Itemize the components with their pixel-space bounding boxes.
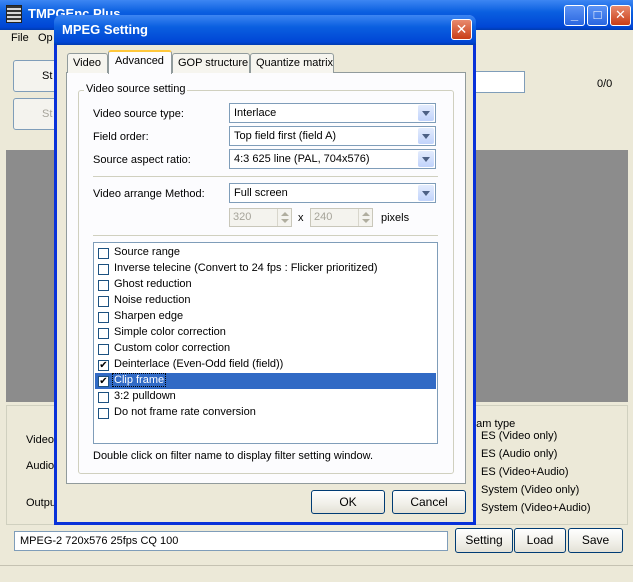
format-summary: MPEG-2 720x576 25fps CQ 100 — [14, 531, 448, 551]
filter-label: Custom color correction — [114, 342, 231, 354]
menu-options[interactable]: Op — [38, 32, 53, 44]
filter-label: Source range — [114, 246, 181, 258]
dialog-close-icon[interactable]: ✕ — [451, 19, 472, 40]
stream-type-title: eam type — [470, 418, 516, 430]
filter-item[interactable]: Sharpen edge — [95, 309, 436, 325]
arrange-method-combo[interactable]: Full screen — [229, 183, 436, 203]
arrange-method-label: Video arrange Method: — [93, 188, 205, 200]
tab-gop-structure[interactable]: GOP structure — [172, 53, 250, 73]
tab-advanced[interactable]: Advanced — [108, 50, 172, 74]
stream-option[interactable]: System (Video+Audio) — [481, 502, 591, 514]
arrange-method-value: Full screen — [234, 187, 288, 199]
filter-item[interactable]: Custom color correction — [95, 341, 436, 357]
film-icon — [6, 5, 22, 23]
spinner-arrows-icon[interactable] — [277, 209, 291, 226]
filter-label: Deinterlace (Even-Odd field (field)) — [114, 358, 284, 370]
filter-label: Clip frame — [111, 373, 167, 387]
checkbox-icon[interactable] — [98, 296, 109, 307]
separator — [93, 176, 438, 177]
status-bar — [0, 565, 633, 582]
aspect-ratio-label: Source aspect ratio: — [93, 154, 191, 166]
checkbox-checked-icon[interactable]: ✔ — [98, 360, 109, 371]
filter-label: 3:2 pulldown — [114, 390, 176, 402]
stream-option[interactable]: ES (Video only) — [481, 430, 557, 442]
filter-item[interactable]: Ghost reduction — [95, 277, 436, 293]
filter-list[interactable]: Source range Inverse telecine (Convert to… — [93, 242, 438, 444]
ok-button[interactable]: OK — [311, 490, 385, 514]
dialog-title: MPEG Setting — [62, 22, 148, 37]
filter-item[interactable]: Do not frame rate conversion — [95, 405, 436, 421]
filter-label: Noise reduction — [114, 294, 191, 306]
checkbox-checked-icon[interactable]: ✔ — [98, 376, 109, 387]
save-button[interactable]: Save — [568, 528, 623, 553]
source-type-value: Interlace — [234, 107, 277, 119]
filter-item[interactable]: Simple color correction — [95, 325, 436, 341]
hint-text: Double click on filter name to display f… — [93, 450, 374, 462]
aspect-ratio-combo[interactable]: 4:3 625 line (PAL, 704x576) — [229, 149, 436, 169]
checkbox-icon[interactable] — [98, 264, 109, 275]
checkbox-icon[interactable] — [98, 248, 109, 259]
minimize-icon[interactable]: _ — [564, 5, 585, 26]
menu-file[interactable]: File — [11, 32, 29, 44]
filter-item[interactable]: Inverse telecine (Convert to 24 fps : Fl… — [95, 261, 436, 277]
cancel-button[interactable]: Cancel — [392, 490, 466, 514]
load-button[interactable]: Load — [514, 528, 566, 553]
chevron-down-icon[interactable] — [418, 151, 434, 167]
close-icon[interactable]: ✕ — [610, 5, 631, 26]
chevron-down-icon[interactable] — [418, 185, 434, 201]
filter-label: Sharpen edge — [114, 310, 184, 322]
height-spinner[interactable]: 240 — [310, 208, 373, 227]
video-label: Video — [26, 434, 54, 446]
checkbox-icon[interactable] — [98, 328, 109, 339]
background-text-field[interactable] — [475, 71, 525, 93]
source-type-combo[interactable]: Interlace — [229, 103, 436, 123]
checkbox-icon[interactable] — [98, 392, 109, 403]
setting-button[interactable]: Setting — [455, 528, 513, 553]
filter-label: Inverse telecine (Convert to 24 fps : Fl… — [114, 262, 378, 274]
aspect-ratio-value: 4:3 625 line (PAL, 704x576) — [234, 153, 370, 165]
filter-label: Ghost reduction — [114, 278, 192, 290]
field-order-value: Top field first (field A) — [234, 130, 337, 142]
stream-option[interactable]: System (Video only) — [481, 484, 579, 496]
spinner-arrows-icon[interactable] — [358, 209, 372, 226]
stream-option[interactable]: ES (Audio only) — [481, 448, 557, 460]
audio-label: Audio — [26, 460, 55, 472]
output-label: Outpu — [26, 497, 56, 509]
filter-label: Do not frame rate conversion — [114, 406, 256, 418]
chevron-down-icon[interactable] — [418, 105, 434, 121]
filter-item[interactable]: Noise reduction — [95, 293, 436, 309]
frame-counter: 0/0 — [597, 78, 613, 90]
checkbox-icon[interactable] — [98, 312, 109, 323]
checkbox-icon[interactable] — [98, 408, 109, 419]
source-type-label: Video source type: — [93, 108, 184, 120]
filter-item[interactable]: ✔ Deinterlace (Even-Odd field (field)) — [95, 357, 436, 373]
step-button-label: St — [42, 108, 53, 120]
height-value: 240 — [314, 211, 333, 223]
checkbox-icon[interactable] — [98, 344, 109, 355]
chevron-down-icon[interactable] — [418, 128, 434, 144]
pixels-label: pixels — [381, 212, 410, 224]
start-button-label: St — [42, 70, 53, 82]
stream-option[interactable]: ES (Video+Audio) — [481, 466, 569, 478]
width-value: 320 — [233, 211, 252, 223]
separator — [93, 235, 438, 236]
maximize-icon[interactable]: □ — [587, 5, 608, 26]
filter-item[interactable]: 3:2 pulldown — [95, 389, 436, 405]
width-spinner[interactable]: 320 — [229, 208, 292, 227]
filter-item[interactable]: ✔ Clip frame — [95, 373, 436, 389]
tab-quantize-matrix[interactable]: Quantize matrix — [250, 53, 334, 73]
tab-video[interactable]: Video — [67, 53, 108, 73]
field-order-label: Field order: — [93, 131, 149, 143]
field-order-combo[interactable]: Top field first (field A) — [229, 126, 436, 146]
filter-label: Simple color correction — [114, 326, 226, 338]
filter-item[interactable]: Source range — [95, 245, 436, 261]
group-title: Video source setting — [84, 83, 188, 95]
checkbox-icon[interactable] — [98, 280, 109, 291]
size-x-label: x — [298, 212, 304, 224]
